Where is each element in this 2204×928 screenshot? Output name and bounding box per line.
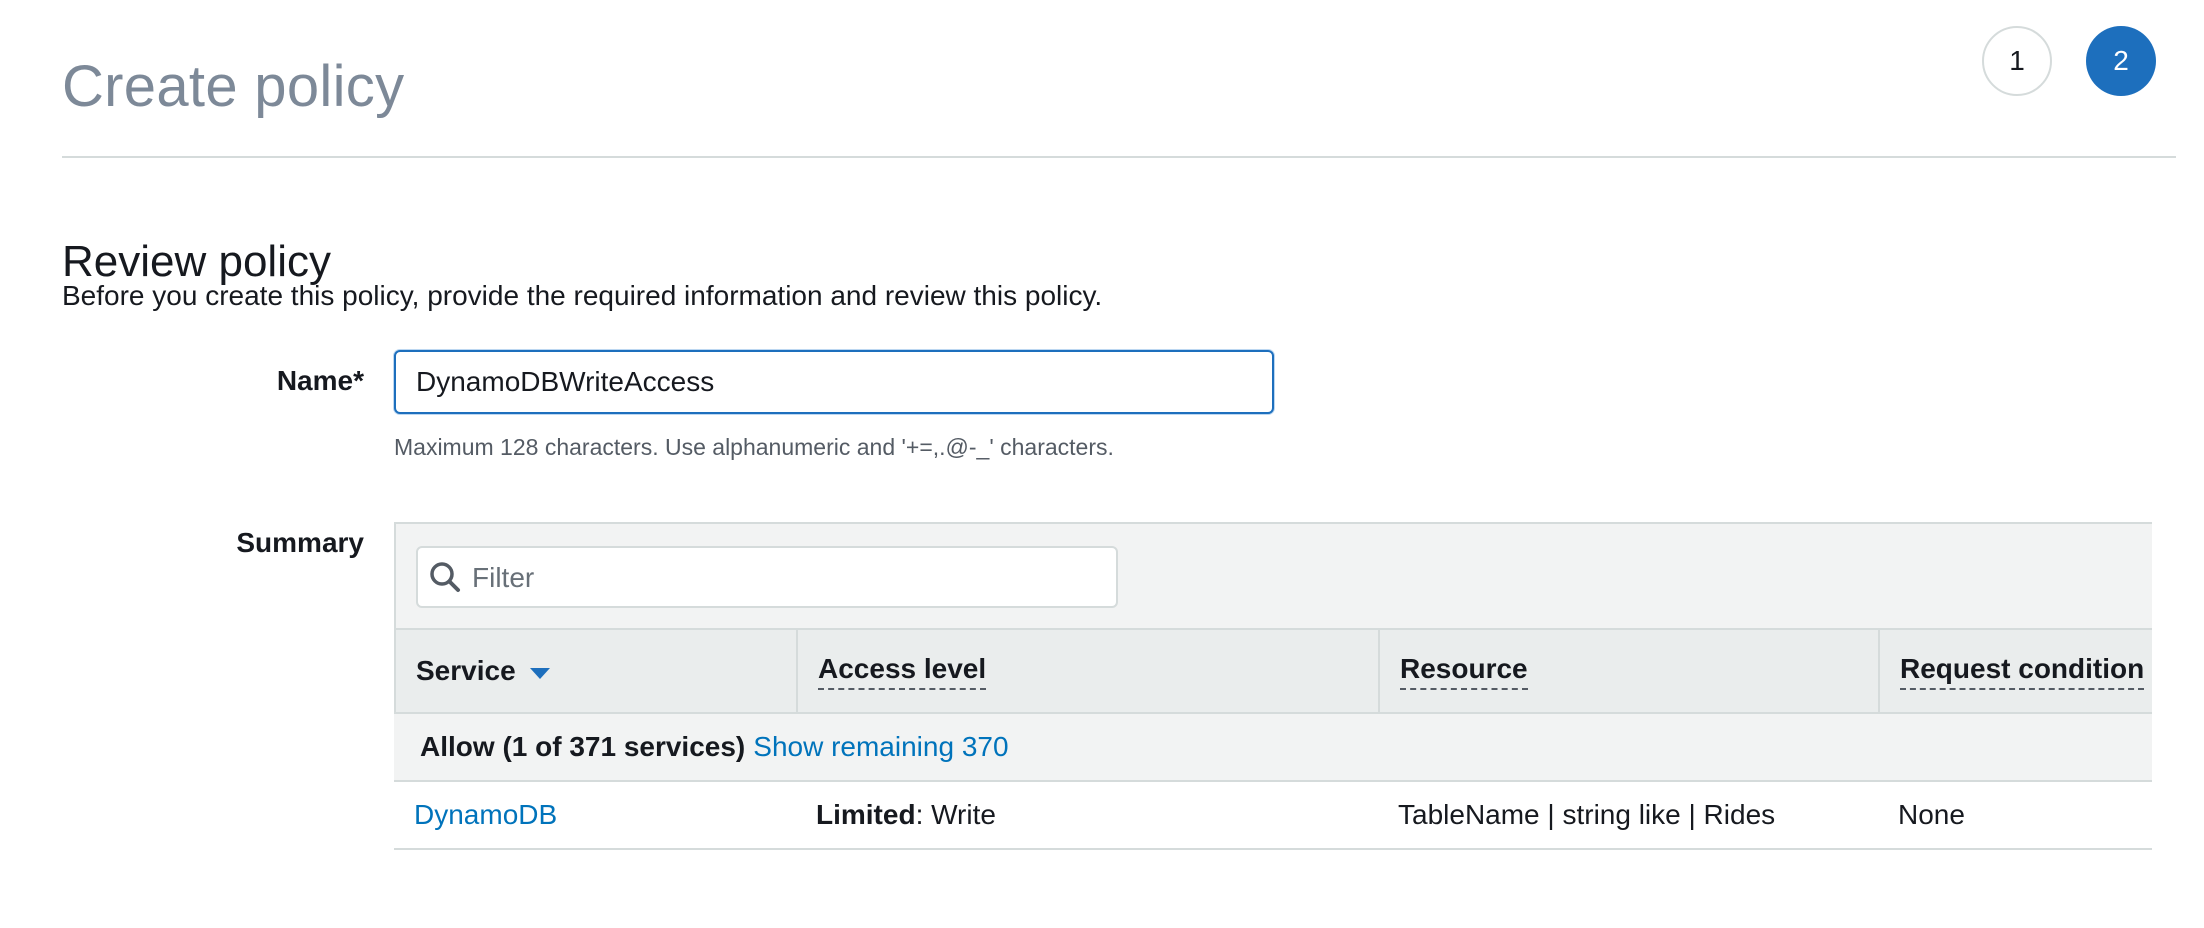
name-hint: Maximum 128 characters. Use alphanumeric… [394,434,1114,460]
column-header-request-condition[interactable]: Request condition [1878,630,2154,712]
access-level-rest: : Write [915,799,996,830]
show-remaining-link[interactable]: Show remaining 370 [753,731,1008,763]
resource-cell: TableName | string like | Rides [1398,799,1776,830]
caret-down-icon[interactable] [529,667,550,679]
name-label: Name* [276,365,364,396]
group-label: Allow (1 of 371 services) [420,731,746,762]
page-title: Create policy [62,53,405,119]
access-level-strong: Limited [816,799,916,830]
section-description: Before you create this policy, provide t… [62,280,1103,311]
group-row-allow: Allow (1 of 371 services) Show remaining… [394,714,2152,782]
name-input[interactable] [394,350,1274,414]
filter-input[interactable] [470,556,1094,600]
column-header-label: Request condition [1900,653,2145,690]
header-divider [62,156,2176,158]
column-header-label: Resource [1400,653,1528,690]
summary-table: Service Access level Resource Request co… [394,522,2152,852]
column-header-label: Service [416,655,516,686]
condition-cell: None [1898,799,1965,830]
filter-bar [394,522,2152,628]
step-1-indicator[interactable]: 1 [1982,26,2052,96]
service-link[interactable]: DynamoDB [414,782,557,848]
column-header-access-level[interactable]: Access level [796,630,1378,712]
column-header-label: Access level [818,653,987,690]
search-icon [430,562,460,592]
filter-box[interactable] [416,546,1118,608]
table-header-row: Service Access level Resource Request co… [394,628,2152,714]
column-header-service[interactable]: Service [396,630,796,712]
table-row: DynamoDB Limited: Write TableName | stri… [394,782,2152,850]
summary-label: Summary [236,527,364,558]
access-level-cell: Limited: Write [816,782,996,848]
step-2-indicator[interactable]: 2 [2086,26,2156,96]
column-header-resource[interactable]: Resource [1378,630,1878,712]
